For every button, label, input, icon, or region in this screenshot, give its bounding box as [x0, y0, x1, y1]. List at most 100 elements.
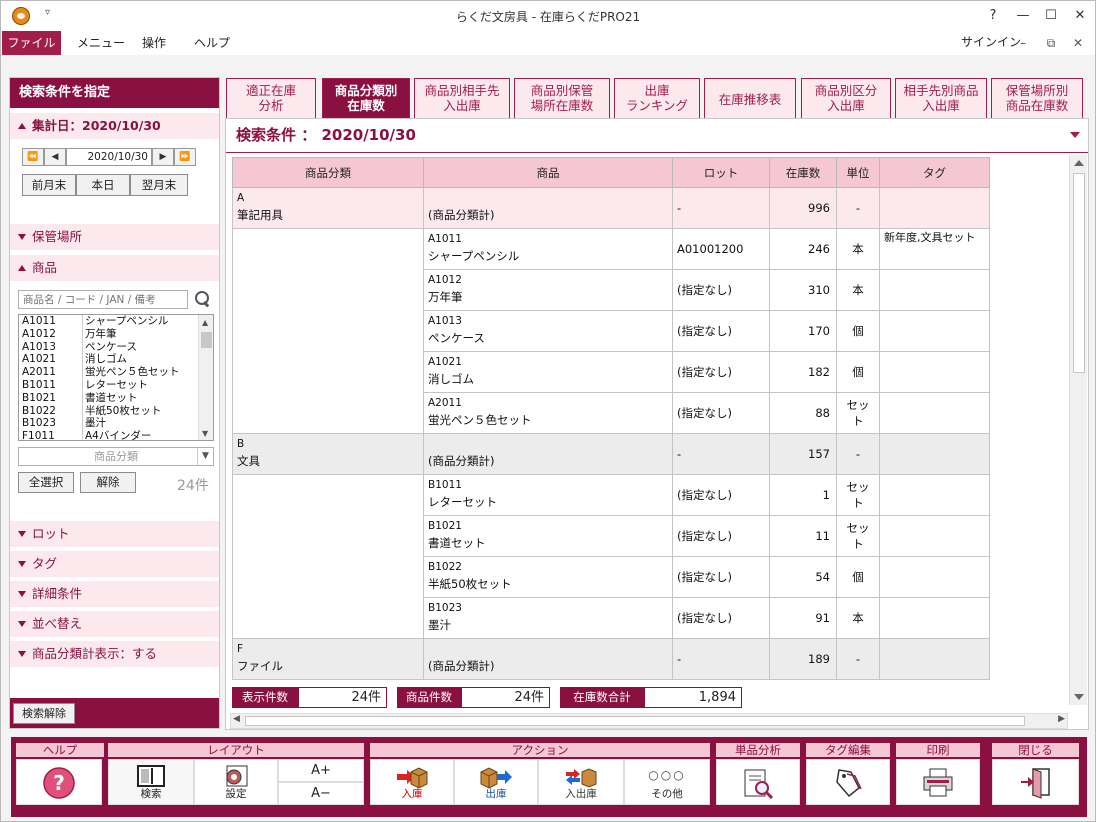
single-analysis-button[interactable]: [716, 759, 800, 805]
tag-section-toggle[interactable]: タグ: [10, 551, 219, 577]
other-actions-button[interactable]: ○○○ その他: [624, 759, 710, 805]
product-list-item[interactable]: B1023 墨汁: [19, 417, 213, 430]
stock-out-button[interactable]: 出庫: [454, 759, 538, 805]
storage-section-toggle[interactable]: 保管場所: [10, 224, 219, 250]
help-button[interactable]: ?: [16, 759, 102, 805]
product-list-item[interactable]: A1012 万年筆: [19, 328, 213, 341]
scroll-left-icon[interactable]: ◀: [233, 714, 240, 724]
settings-button[interactable]: 設定: [194, 759, 278, 805]
table-row-subtotal[interactable]: B 文具 (商品分類計) -157-: [232, 433, 990, 475]
font-decrease-button[interactable]: A−: [278, 782, 364, 805]
col-header-qty[interactable]: 在庫数: [769, 157, 837, 188]
font-increase-button[interactable]: A+: [278, 759, 364, 782]
scroll-right-icon[interactable]: ▶: [1058, 714, 1065, 724]
product-code: B1021: [428, 520, 462, 532]
product-list-item[interactable]: A1011 シャープペンシル: [19, 315, 213, 328]
stock-in-button[interactable]: 入庫: [370, 759, 454, 805]
product-name: シャープペンシル: [85, 315, 169, 327]
next-month-end-button[interactable]: 翌月末: [130, 174, 188, 196]
scroll-down-icon[interactable]: [1074, 694, 1084, 700]
col-header-tag[interactable]: タグ: [879, 157, 990, 188]
close-window-button[interactable]: ✕: [1066, 5, 1094, 27]
stock-inout-button[interactable]: 入出庫: [538, 759, 624, 805]
next-day-button[interactable]: ▶: [152, 148, 174, 166]
chevron-down-icon[interactable]: [1070, 132, 1080, 138]
product-name: 書道セット: [85, 391, 138, 404]
app-window: ▿ らくだ文房具 - 在庫らくだPRO21 ? — ☐ ✕ ファイル メニュー …: [0, 0, 1096, 822]
col-header-unit[interactable]: 単位: [836, 157, 880, 188]
date-section-toggle[interactable]: 集計日：2020/10/30: [10, 113, 219, 139]
maximize-button[interactable]: ☐: [1037, 5, 1065, 27]
search-icon[interactable]: [194, 290, 212, 308]
product-list-item[interactable]: A2011 蛍光ペン５色セット: [19, 366, 213, 379]
product-code: A2011: [428, 397, 462, 409]
menu-file[interactable]: ファイル: [2, 31, 61, 55]
product-list-item[interactable]: B1021 書道セット: [19, 392, 213, 405]
menu-help[interactable]: ヘルプ: [194, 31, 230, 55]
tab-3[interactable]: 商品別保管 場所在庫数: [514, 78, 610, 118]
tab-7[interactable]: 相手先別商品 入出庫: [895, 78, 987, 118]
sort-section-toggle[interactable]: 並べ替え: [10, 611, 219, 637]
scroll-up-icon[interactable]: [1074, 160, 1084, 166]
clear-selection-button[interactable]: 解除: [80, 472, 136, 493]
tab-1[interactable]: 商品分類別 在庫数: [322, 78, 410, 118]
col-header-lot[interactable]: ロット: [672, 157, 770, 188]
search-condition-bar[interactable]: 検索条件 ： 2020/10/30: [226, 119, 1088, 153]
product-list-item[interactable]: F1011 A4バインダー: [19, 430, 213, 440]
table-row[interactable]: A1011 シャープペンシル A01001200 246 本新年度,文具セット: [232, 228, 990, 434]
tab-8[interactable]: 保管場所別 商品在庫数: [991, 78, 1083, 118]
doc-minimize-button[interactable]: –: [1012, 33, 1034, 53]
close-button[interactable]: [992, 759, 1079, 805]
product-section-toggle[interactable]: 商品: [10, 255, 219, 281]
table-row-subtotal[interactable]: F ファイル (商品分類計) -189-: [232, 638, 990, 680]
table-vertical-scrollbar[interactable]: [1069, 155, 1087, 705]
select-all-button[interactable]: 全選択: [18, 472, 74, 493]
product-cell: A1021 消しゴム: [423, 351, 673, 393]
product-list-item[interactable]: B1011 レターセット: [19, 379, 213, 392]
tab-4[interactable]: 出庫 ランキング: [614, 78, 700, 118]
product-list-item[interactable]: A1021 消しゴム: [19, 353, 213, 366]
prev-month-button[interactable]: ⏪: [22, 148, 44, 166]
category-select[interactable]: 商品分類 ▼: [18, 447, 214, 466]
prev-day-button[interactable]: ◀: [44, 148, 66, 166]
help-question-icon[interactable]: ?: [979, 5, 1007, 27]
tab-6[interactable]: 商品別区分 入出庫: [801, 78, 891, 118]
tab-2[interactable]: 商品別相手先 入出庫: [414, 78, 510, 118]
expand-arrow-icon: [18, 621, 26, 627]
doc-restore-button[interactable]: ⧉: [1040, 33, 1062, 53]
col-header-category[interactable]: 商品分類: [232, 157, 424, 188]
print-button[interactable]: [896, 759, 980, 805]
detail-section-toggle[interactable]: 詳細条件: [10, 581, 219, 607]
today-button[interactable]: 本日: [76, 174, 130, 196]
category-cell: B 文具: [232, 433, 424, 475]
product-name: 書道セット: [428, 536, 486, 550]
product-list-item[interactable]: A1013 ペンケース: [19, 341, 213, 354]
menu-operation[interactable]: 操作: [142, 31, 166, 55]
prev-month-end-button[interactable]: 前月末: [22, 174, 76, 196]
minimize-button[interactable]: —: [1009, 5, 1037, 27]
chevron-down-icon[interactable]: ▼: [197, 448, 213, 465]
table-row[interactable]: B1011 レターセット (指定なし) 1 セット: [232, 474, 990, 639]
tag-cell: [879, 187, 990, 229]
date-input[interactable]: 2020/10/30: [66, 148, 152, 166]
next-month-button[interactable]: ⏩: [174, 148, 196, 166]
product-list-item[interactable]: B1022 半紙50枚セット: [19, 405, 213, 418]
subtotal-section-toggle[interactable]: 商品分類計表示：する: [10, 641, 219, 667]
table-horizontal-scrollbar[interactable]: ◀ ▶: [230, 713, 1068, 729]
col-header-product[interactable]: 商品: [423, 157, 673, 188]
search-clear-button[interactable]: 検索解除: [13, 703, 75, 724]
tab-5[interactable]: 在庫推移表: [704, 78, 796, 118]
lot-section-toggle[interactable]: ロット: [10, 521, 219, 547]
category-name: 文具: [237, 454, 260, 468]
doc-close-button[interactable]: ✕: [1067, 33, 1089, 53]
product-search-input[interactable]: [18, 290, 188, 309]
product-name: 消しゴム: [428, 372, 474, 386]
tag-edit-button[interactable]: [806, 759, 890, 805]
table-row-subtotal[interactable]: A 筆記用具 (商品分類計) -996-: [232, 187, 990, 229]
product-code: B1023: [428, 602, 462, 614]
menu-menu[interactable]: メニュー: [77, 31, 125, 55]
product-list[interactable]: ▲ ▼ A1011 シャープペンシル A1012 万年筆 A1013 ペンケース A1021…: [18, 314, 214, 441]
product-cell: (商品分類計): [423, 433, 673, 475]
search-layout-button[interactable]: 検索: [108, 759, 194, 805]
tab-0[interactable]: 適正在庫 分析: [226, 78, 316, 118]
